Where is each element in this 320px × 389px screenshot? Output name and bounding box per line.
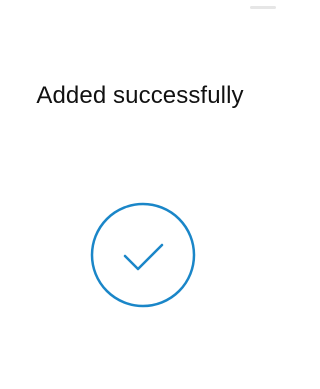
checkmark-circle-icon	[90, 202, 196, 308]
success-message: Added successfully	[36, 82, 244, 109]
success-screen: Added successfully	[0, 0, 280, 389]
status-indicator	[250, 6, 276, 9]
